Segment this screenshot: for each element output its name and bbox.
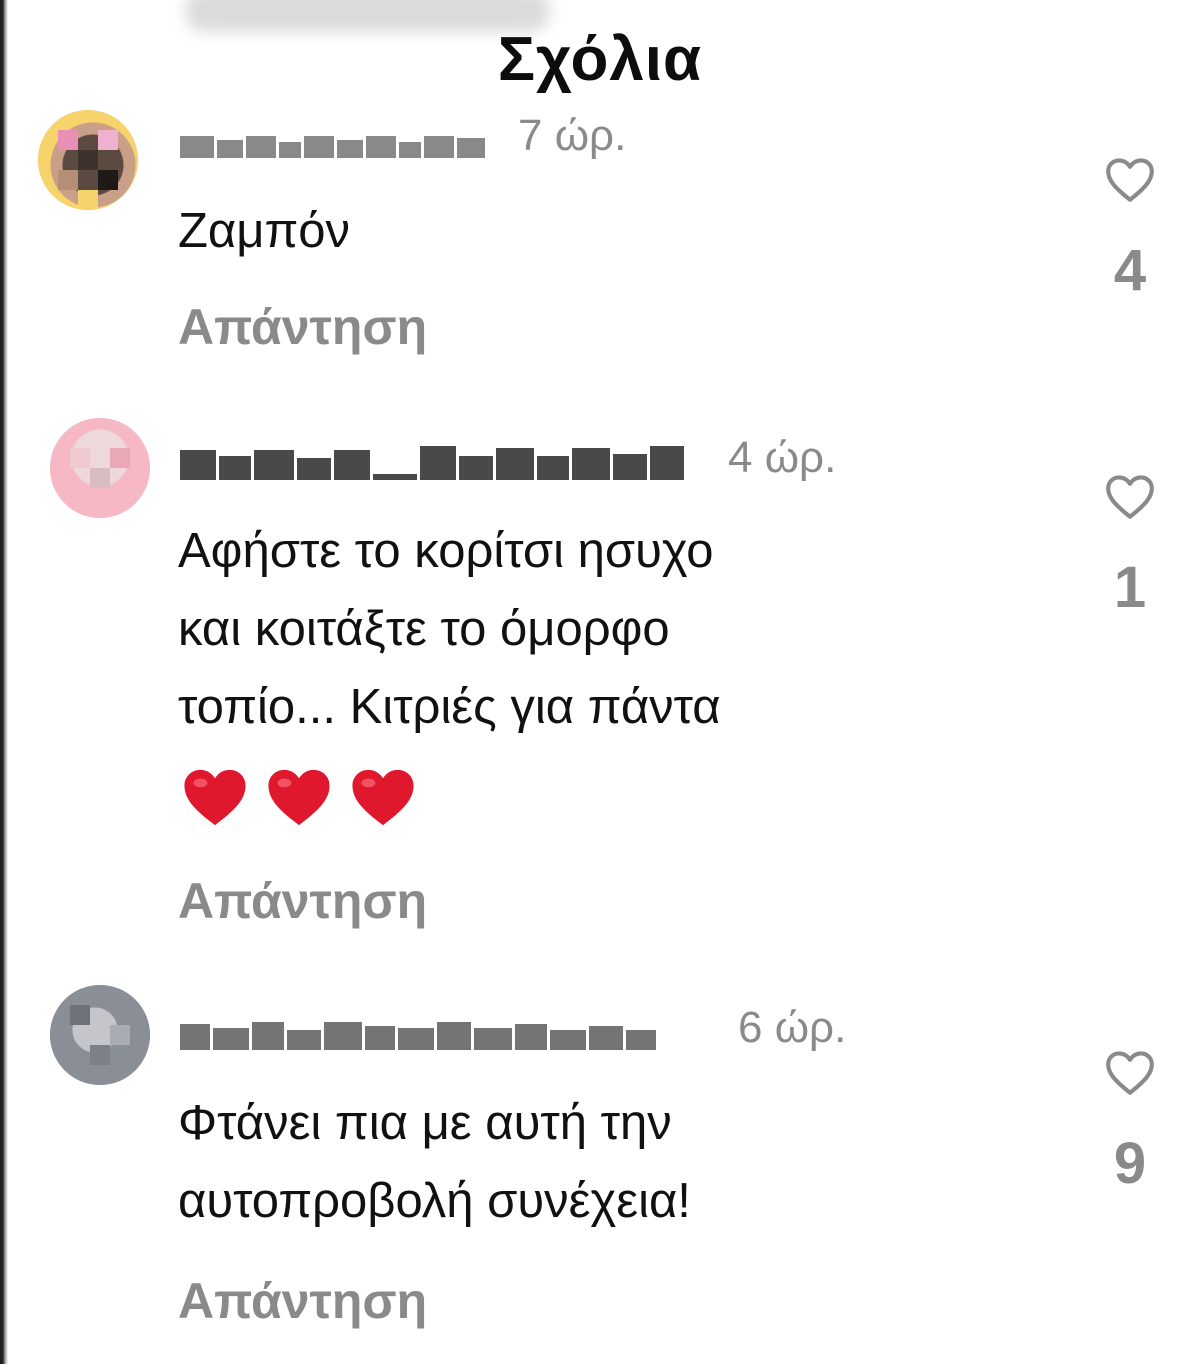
like-control[interactable]: 9 xyxy=(1095,1048,1165,1197)
comment-text: Ζαμπόν xyxy=(178,204,351,258)
heart-outline-icon[interactable] xyxy=(1103,1048,1157,1096)
username-blurred[interactable] xyxy=(180,442,720,480)
reply-button[interactable]: Απάντηση xyxy=(178,872,427,930)
comment-header: 7 ώρ. xyxy=(180,98,626,158)
reply-button[interactable]: Απάντηση xyxy=(178,1272,427,1330)
red-heart-emoji xyxy=(352,769,414,826)
red-heart-emoji xyxy=(184,769,246,826)
comment-time: 6 ώρ. xyxy=(738,1003,847,1052)
heart-outline-icon[interactable] xyxy=(1103,472,1157,520)
avatar[interactable] xyxy=(50,418,150,518)
red-heart-emoji xyxy=(268,769,330,826)
username-blurred[interactable] xyxy=(180,120,510,158)
comment-time: 4 ώρ. xyxy=(728,433,837,482)
like-count: 9 xyxy=(1113,1131,1147,1196)
comment-time: 7 ώρ. xyxy=(518,111,627,160)
like-count: 1 xyxy=(1113,555,1147,620)
device-edge xyxy=(0,0,14,1364)
comment-text: Φτάνει πια με αυτή την αυτοπροβολή συνέχ… xyxy=(178,1096,691,1228)
like-count: 4 xyxy=(1113,238,1147,303)
comment-header: 6 ώρ. xyxy=(180,990,846,1050)
comments-title: Σχόλια xyxy=(497,25,703,94)
emoji-row xyxy=(180,764,418,828)
comment-text: Αφήστε το κορίτσι ησυχο και κοιτάξτε το … xyxy=(178,524,721,734)
heart-outline-icon[interactable] xyxy=(1103,155,1157,203)
like-control[interactable]: 4 xyxy=(1095,155,1165,304)
comment-header: 4 ώρ. xyxy=(180,420,836,480)
avatar[interactable] xyxy=(50,985,150,1085)
like-control[interactable]: 1 xyxy=(1095,472,1165,621)
username-blurred[interactable] xyxy=(180,1012,730,1050)
reply-button[interactable]: Απάντηση xyxy=(178,298,427,356)
avatar[interactable] xyxy=(38,110,138,210)
